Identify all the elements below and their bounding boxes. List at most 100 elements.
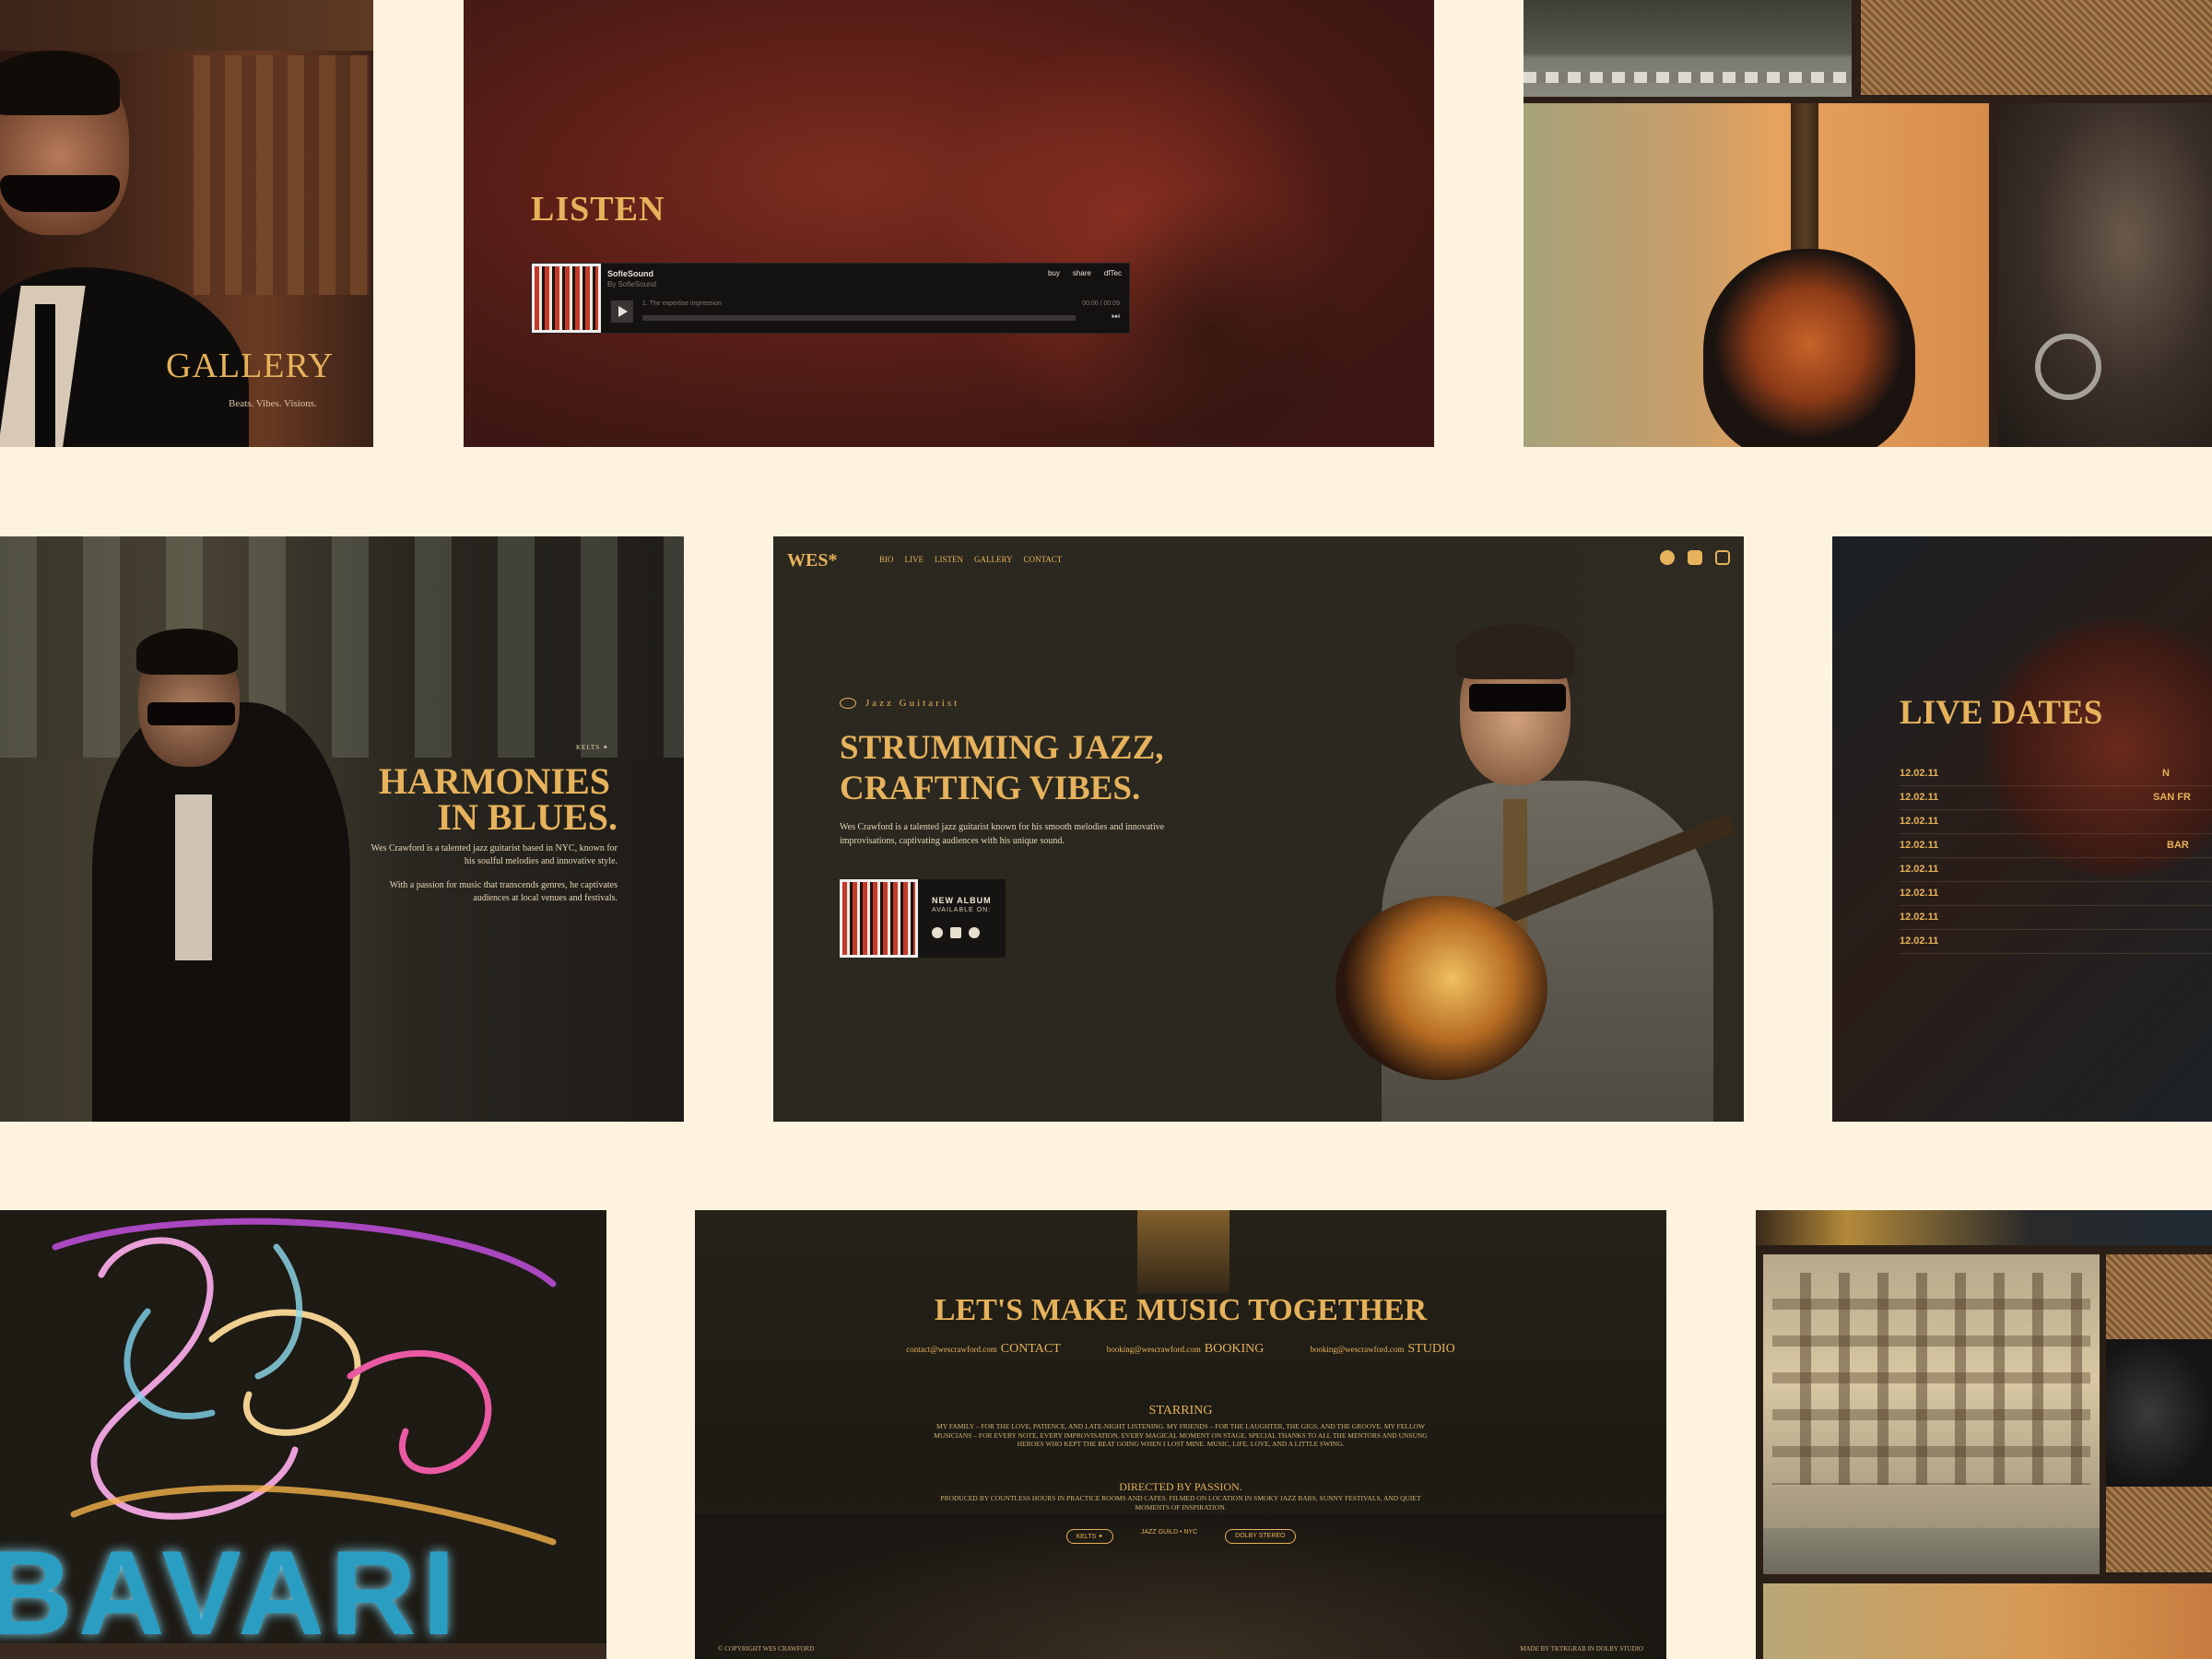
listen-tile: LISTEN SofieSound By SofieSound buy shar…	[464, 0, 1434, 447]
hero-headline-line2: CRAFTING VIBES.	[840, 770, 1141, 807]
starring-heading: STARRING	[1148, 1404, 1213, 1418]
harmonies-paragraph-2: With a passion for music that transcends…	[389, 880, 618, 903]
buy-button[interactable]: buy	[1048, 269, 1060, 277]
gallery-tile: GALLERY Beats. Vibes. Visions.	[0, 0, 373, 447]
live-date-row[interactable]: 12.02.11	[1900, 810, 2212, 834]
live-date-row[interactable]: 12.02.11 N	[1900, 762, 2212, 786]
hero-headline-line1: STRUMMING JAZZ,	[840, 729, 1164, 767]
vinyl-icon	[840, 698, 856, 709]
live-dates-title: LIVE DATES	[1900, 694, 2103, 732]
sunglasses-photo	[147, 702, 235, 725]
play-button[interactable]	[611, 300, 633, 323]
hair-photo	[136, 629, 238, 675]
photo-strip	[1756, 1210, 2212, 1245]
live-dates-list: 12.02.11 N 12.02.11 SAN FR 12.02.11 12.02.…	[1900, 762, 2212, 954]
site-logo[interactable]: WES*	[787, 550, 837, 571]
jazz-guild-badge: JAZZ GUILD • NYC	[1140, 1529, 1198, 1535]
audio-player: SofieSound By SofieSound buy share dfTec…	[531, 263, 1130, 334]
track-name: 1. The expertise impression	[642, 300, 722, 307]
contact-label: CONTACT	[1000, 1342, 1061, 1356]
photo-strip	[0, 0, 373, 51]
booking-email[interactable]: booking@wescrawford.com	[1107, 1345, 1201, 1354]
youtube-icon[interactable]	[1688, 550, 1702, 565]
instagram-icon[interactable]	[1715, 550, 1730, 565]
amp-grille-photo	[1861, 0, 2212, 95]
live-date-row[interactable]: 12.02.11	[1900, 858, 2212, 882]
date: 12.02.11	[1900, 816, 1939, 827]
hero-description: Wes Crawford is a talented jazz guitaris…	[840, 822, 1165, 846]
sign-frame	[0, 1643, 606, 1659]
vintage-car-photo	[1998, 103, 2212, 447]
album-cover[interactable]	[532, 264, 601, 333]
hair-photo	[0, 51, 120, 115]
hero-headline: STRUMMING JAZZ, CRAFTING VIBES.	[840, 728, 1227, 809]
hero-eyebrow: Jazz Guitarist	[865, 698, 960, 709]
guitarist-portrait	[1289, 619, 1744, 1122]
progress-bar[interactable]	[642, 315, 1076, 321]
nav-bio[interactable]: BIO	[879, 555, 894, 564]
booking-label: BOOKING	[1204, 1342, 1265, 1356]
hero-tile: WES* BIO LIVE LISTEN GALLERY CONTACT Jaz…	[773, 536, 1744, 1122]
street-collage-tile	[1756, 1210, 2212, 1659]
kelts-tag: KELTS ✦	[576, 744, 609, 751]
harmonies-title-line1: HARMONIES	[378, 760, 610, 802]
date: 12.02.11	[1900, 912, 1939, 923]
share-button[interactable]: share	[1073, 269, 1091, 277]
sunglasses-photo	[0, 175, 120, 212]
spotify-icon[interactable]	[932, 927, 943, 938]
tie-photo	[35, 304, 55, 447]
live-date-row[interactable]: 12.02.11	[1900, 906, 2212, 930]
hair-photo	[1455, 624, 1575, 679]
nav-live[interactable]: LIVE	[905, 555, 924, 564]
gallery-title: GALLERY	[166, 347, 335, 385]
studio-email[interactable]: booking@wescrawford.com	[1310, 1345, 1404, 1354]
next-track-icon[interactable]: ⏭	[1112, 312, 1120, 322]
live-date-row[interactable]: 12.02.11	[1900, 930, 2212, 954]
spotify-icon[interactable]	[1660, 550, 1675, 565]
city: N	[2162, 768, 2170, 779]
made-by[interactable]: MADE BY TKTKGRAB IN DOLBY STUDIO	[1520, 1645, 1643, 1653]
harmonies-paragraph-1: Wes Crawford is a talented jazz guitaris…	[371, 843, 618, 866]
neon-bavari-text: BAVARI	[0, 1525, 462, 1659]
kelts-badge: KELTS ✦	[1065, 1529, 1113, 1544]
harmonies-title-line2: IN BLUES.	[437, 796, 618, 838]
sunset-glow-photo	[1137, 1210, 1230, 1293]
nav-contact[interactable]: CONTACT	[1024, 555, 1063, 564]
studio-link[interactable]: booking@wescrawford.com STUDIO	[1310, 1342, 1454, 1357]
guitar-body-photo	[1335, 896, 1547, 1080]
production-credits: PRODUCED BY COUNTLESS HOURS IN PRACTICE …	[940, 1494, 1421, 1512]
date: 12.02.11	[1900, 840, 1939, 851]
new-album-card[interactable]: NEW ALBUM AVAILABLE ON:	[840, 879, 1006, 958]
contact-link[interactable]: contact@wescrawford.com CONTACT	[906, 1342, 1061, 1357]
live-date-row[interactable]: 12.02.11	[1900, 882, 2212, 906]
main-nav: BIO LIVE LISTEN GALLERY CONTACT	[879, 555, 1062, 564]
live-date-row[interactable]: 12.02.11 SAN FR	[1900, 786, 2212, 810]
nav-gallery[interactable]: GALLERY	[974, 555, 1013, 564]
date: 12.02.11	[1900, 888, 1939, 899]
city: BAR	[2167, 840, 2189, 851]
tidal-icon[interactable]	[950, 927, 961, 938]
dolby-badge: DOLBY STEREO	[1225, 1529, 1296, 1544]
player-title[interactable]: SofieSound	[607, 269, 653, 278]
photo-collage-tile	[1524, 0, 2212, 447]
social-links	[1660, 550, 1730, 565]
album-cover[interactable]	[840, 879, 918, 958]
nav-listen[interactable]: LISTEN	[935, 555, 963, 564]
date: 12.02.11	[1900, 935, 1939, 947]
date: 12.02.11	[1900, 864, 1939, 875]
player-actions: buy share dfTec	[1048, 269, 1122, 277]
copyright: © COPYRIGHT WES CRAWFORD	[718, 1645, 815, 1653]
apple-music-icon[interactable]	[969, 927, 980, 938]
live-date-row[interactable]: 12.02.11 BAR	[1900, 834, 2212, 858]
streaming-icons	[932, 927, 980, 938]
contact-email[interactable]: contact@wescrawford.com	[906, 1345, 997, 1354]
booking-link[interactable]: booking@wescrawford.com BOOKING	[1107, 1342, 1265, 1357]
player-brand-link[interactable]: dfTec	[1104, 269, 1122, 277]
available-on-label: AVAILABLE ON:	[932, 907, 992, 913]
gallery-subtitle: Beats. Vibes. Visions.	[229, 398, 317, 409]
contact-title: LET'S MAKE MUSIC TOGETHER	[934, 1293, 1428, 1327]
player-artist[interactable]: By SofieSound	[607, 280, 656, 288]
neon-sign-tile: BAVARI	[0, 1210, 606, 1659]
live-dates-tile: LIVE DATES 12.02.11 N 12.02.11 SAN FR 12.0…	[1832, 536, 2212, 1122]
track-time: 00:00 / 00:09	[1082, 300, 1120, 307]
